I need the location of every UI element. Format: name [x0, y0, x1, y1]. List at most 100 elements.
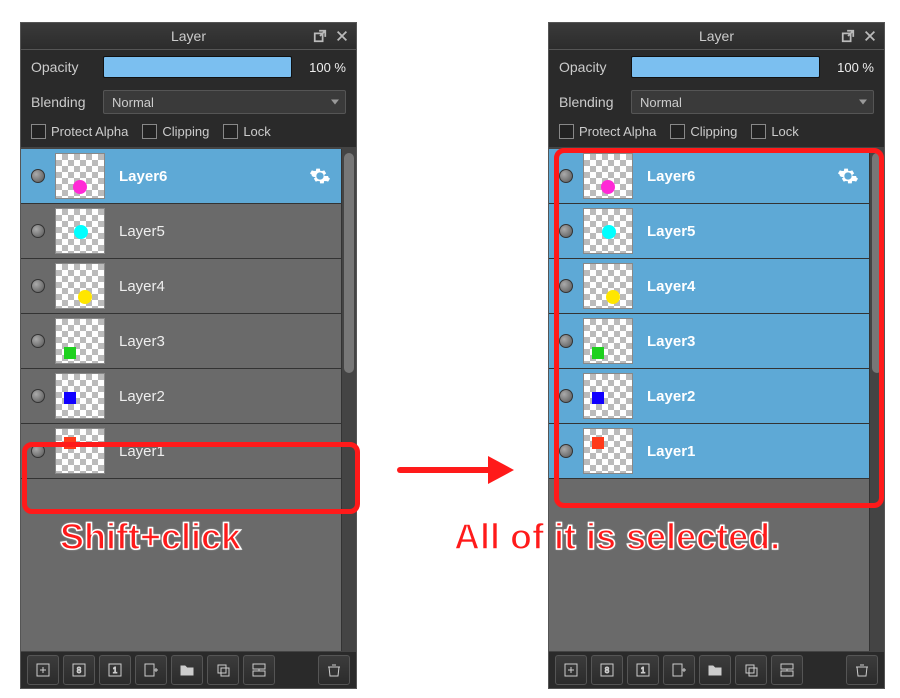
duplicate-button[interactable] [207, 655, 239, 685]
svg-text:8: 8 [77, 666, 82, 675]
opacity-label: Opacity [559, 59, 621, 75]
blending-label: Blending [559, 94, 621, 110]
protect-alpha-checkbox[interactable]: Protect Alpha [31, 124, 128, 139]
layer-item[interactable]: Layer1 [549, 424, 869, 479]
layer-item[interactable]: Layer2 [549, 369, 869, 424]
blending-label: Blending [31, 94, 93, 110]
lock-label: Lock [243, 124, 270, 139]
delete-button[interactable] [318, 655, 350, 685]
layer-thumbnail [55, 208, 105, 254]
blending-value: Normal [640, 95, 682, 110]
protect-alpha-label: Protect Alpha [579, 124, 656, 139]
scrollbar[interactable] [869, 149, 884, 651]
gear-icon[interactable] [837, 165, 859, 187]
chevron-down-icon [331, 100, 339, 105]
layer-name: Layer3 [119, 333, 165, 350]
visibility-toggle[interactable] [559, 224, 573, 238]
visibility-toggle[interactable] [559, 169, 573, 183]
opacity-value: 100 % [302, 60, 346, 75]
new-layer-1bit-button[interactable]: 1 [99, 655, 131, 685]
close-icon[interactable] [334, 28, 350, 44]
blending-select[interactable]: Normal [631, 90, 874, 114]
svg-text:8: 8 [605, 666, 610, 675]
layer-thumbnail [583, 428, 633, 474]
panel-titlebar: Layer [21, 23, 356, 50]
new-layer-button[interactable] [27, 655, 59, 685]
layer-thumbnail [55, 263, 105, 309]
layer-item[interactable]: Layer3 [21, 314, 341, 369]
layer-thumbnail [583, 208, 633, 254]
visibility-toggle[interactable] [31, 169, 45, 183]
visibility-toggle[interactable] [31, 334, 45, 348]
layer-item[interactable]: Layer4 [21, 259, 341, 314]
lock-checkbox[interactable]: Lock [223, 124, 270, 139]
layer-thumbnail [583, 373, 633, 419]
layers-area: Layer6 Layer5 Layer4 Layer3 Layer2 Layer1 [21, 148, 356, 652]
new-layer-8bit-button[interactable]: 8 [63, 655, 95, 685]
folder-button[interactable] [699, 655, 731, 685]
protect-alpha-label: Protect Alpha [51, 124, 128, 139]
new-layer-8bit-button[interactable]: 8 [591, 655, 623, 685]
layer-thumbnail [55, 373, 105, 419]
layer-name: Layer4 [647, 278, 695, 295]
delete-button[interactable] [846, 655, 878, 685]
add-special-button[interactable] [135, 655, 167, 685]
blending-select[interactable]: Normal [103, 90, 346, 114]
layer-item[interactable]: Layer5 [549, 204, 869, 259]
layer-item[interactable]: Layer1 [21, 424, 341, 479]
arrow-icon [396, 450, 516, 490]
layer-item[interactable]: Layer6 [21, 149, 341, 204]
layer-name: Layer1 [119, 443, 165, 460]
visibility-toggle[interactable] [31, 279, 45, 293]
layer-name: Layer1 [647, 443, 695, 460]
gear-icon[interactable] [309, 165, 331, 187]
duplicate-button[interactable] [735, 655, 767, 685]
layer-name: Layer6 [119, 168, 167, 185]
panel-title: Layer [699, 28, 734, 44]
folder-button[interactable] [171, 655, 203, 685]
visibility-toggle[interactable] [31, 224, 45, 238]
layer-item[interactable]: Layer4 [549, 259, 869, 314]
layer-item[interactable]: Layer3 [549, 314, 869, 369]
visibility-toggle[interactable] [559, 334, 573, 348]
layer-item[interactable]: Layer5 [21, 204, 341, 259]
popout-icon[interactable] [312, 28, 328, 44]
popout-icon[interactable] [840, 28, 856, 44]
layer-thumbnail [583, 153, 633, 199]
layer-item[interactable]: Layer2 [21, 369, 341, 424]
layer-name: Layer2 [119, 388, 165, 405]
svg-text:1: 1 [641, 666, 646, 675]
clipping-label: Clipping [162, 124, 209, 139]
merge-button[interactable] [243, 655, 275, 685]
merge-button[interactable] [771, 655, 803, 685]
new-layer-button[interactable] [555, 655, 587, 685]
opacity-slider[interactable] [631, 56, 820, 78]
visibility-toggle[interactable] [31, 389, 45, 403]
clipping-checkbox[interactable]: Clipping [670, 124, 737, 139]
add-special-button[interactable] [663, 655, 695, 685]
panel-titlebar: Layer [549, 23, 884, 50]
layer-name: Layer5 [119, 223, 165, 240]
annotation-shift-click: Shift+click [60, 516, 241, 558]
lock-checkbox[interactable]: Lock [751, 124, 798, 139]
opacity-slider[interactable] [103, 56, 292, 78]
lock-label: Lock [771, 124, 798, 139]
clipping-checkbox[interactable]: Clipping [142, 124, 209, 139]
protect-alpha-checkbox[interactable]: Protect Alpha [559, 124, 656, 139]
visibility-toggle[interactable] [559, 444, 573, 458]
opacity-label: Opacity [31, 59, 93, 75]
layer-name: Layer5 [647, 223, 695, 240]
layer-item[interactable]: Layer6 [549, 149, 869, 204]
chevron-down-icon [859, 100, 867, 105]
visibility-toggle[interactable] [559, 389, 573, 403]
layer-toolbar: 81 [549, 652, 884, 688]
layer-name: Layer3 [647, 333, 695, 350]
visibility-toggle[interactable] [31, 444, 45, 458]
layer-thumbnail [55, 153, 105, 199]
new-layer-1bit-button[interactable]: 1 [627, 655, 659, 685]
close-icon[interactable] [862, 28, 878, 44]
layer-name: Layer4 [119, 278, 165, 295]
layer-thumbnail [55, 428, 105, 474]
scrollbar[interactable] [341, 149, 356, 651]
visibility-toggle[interactable] [559, 279, 573, 293]
